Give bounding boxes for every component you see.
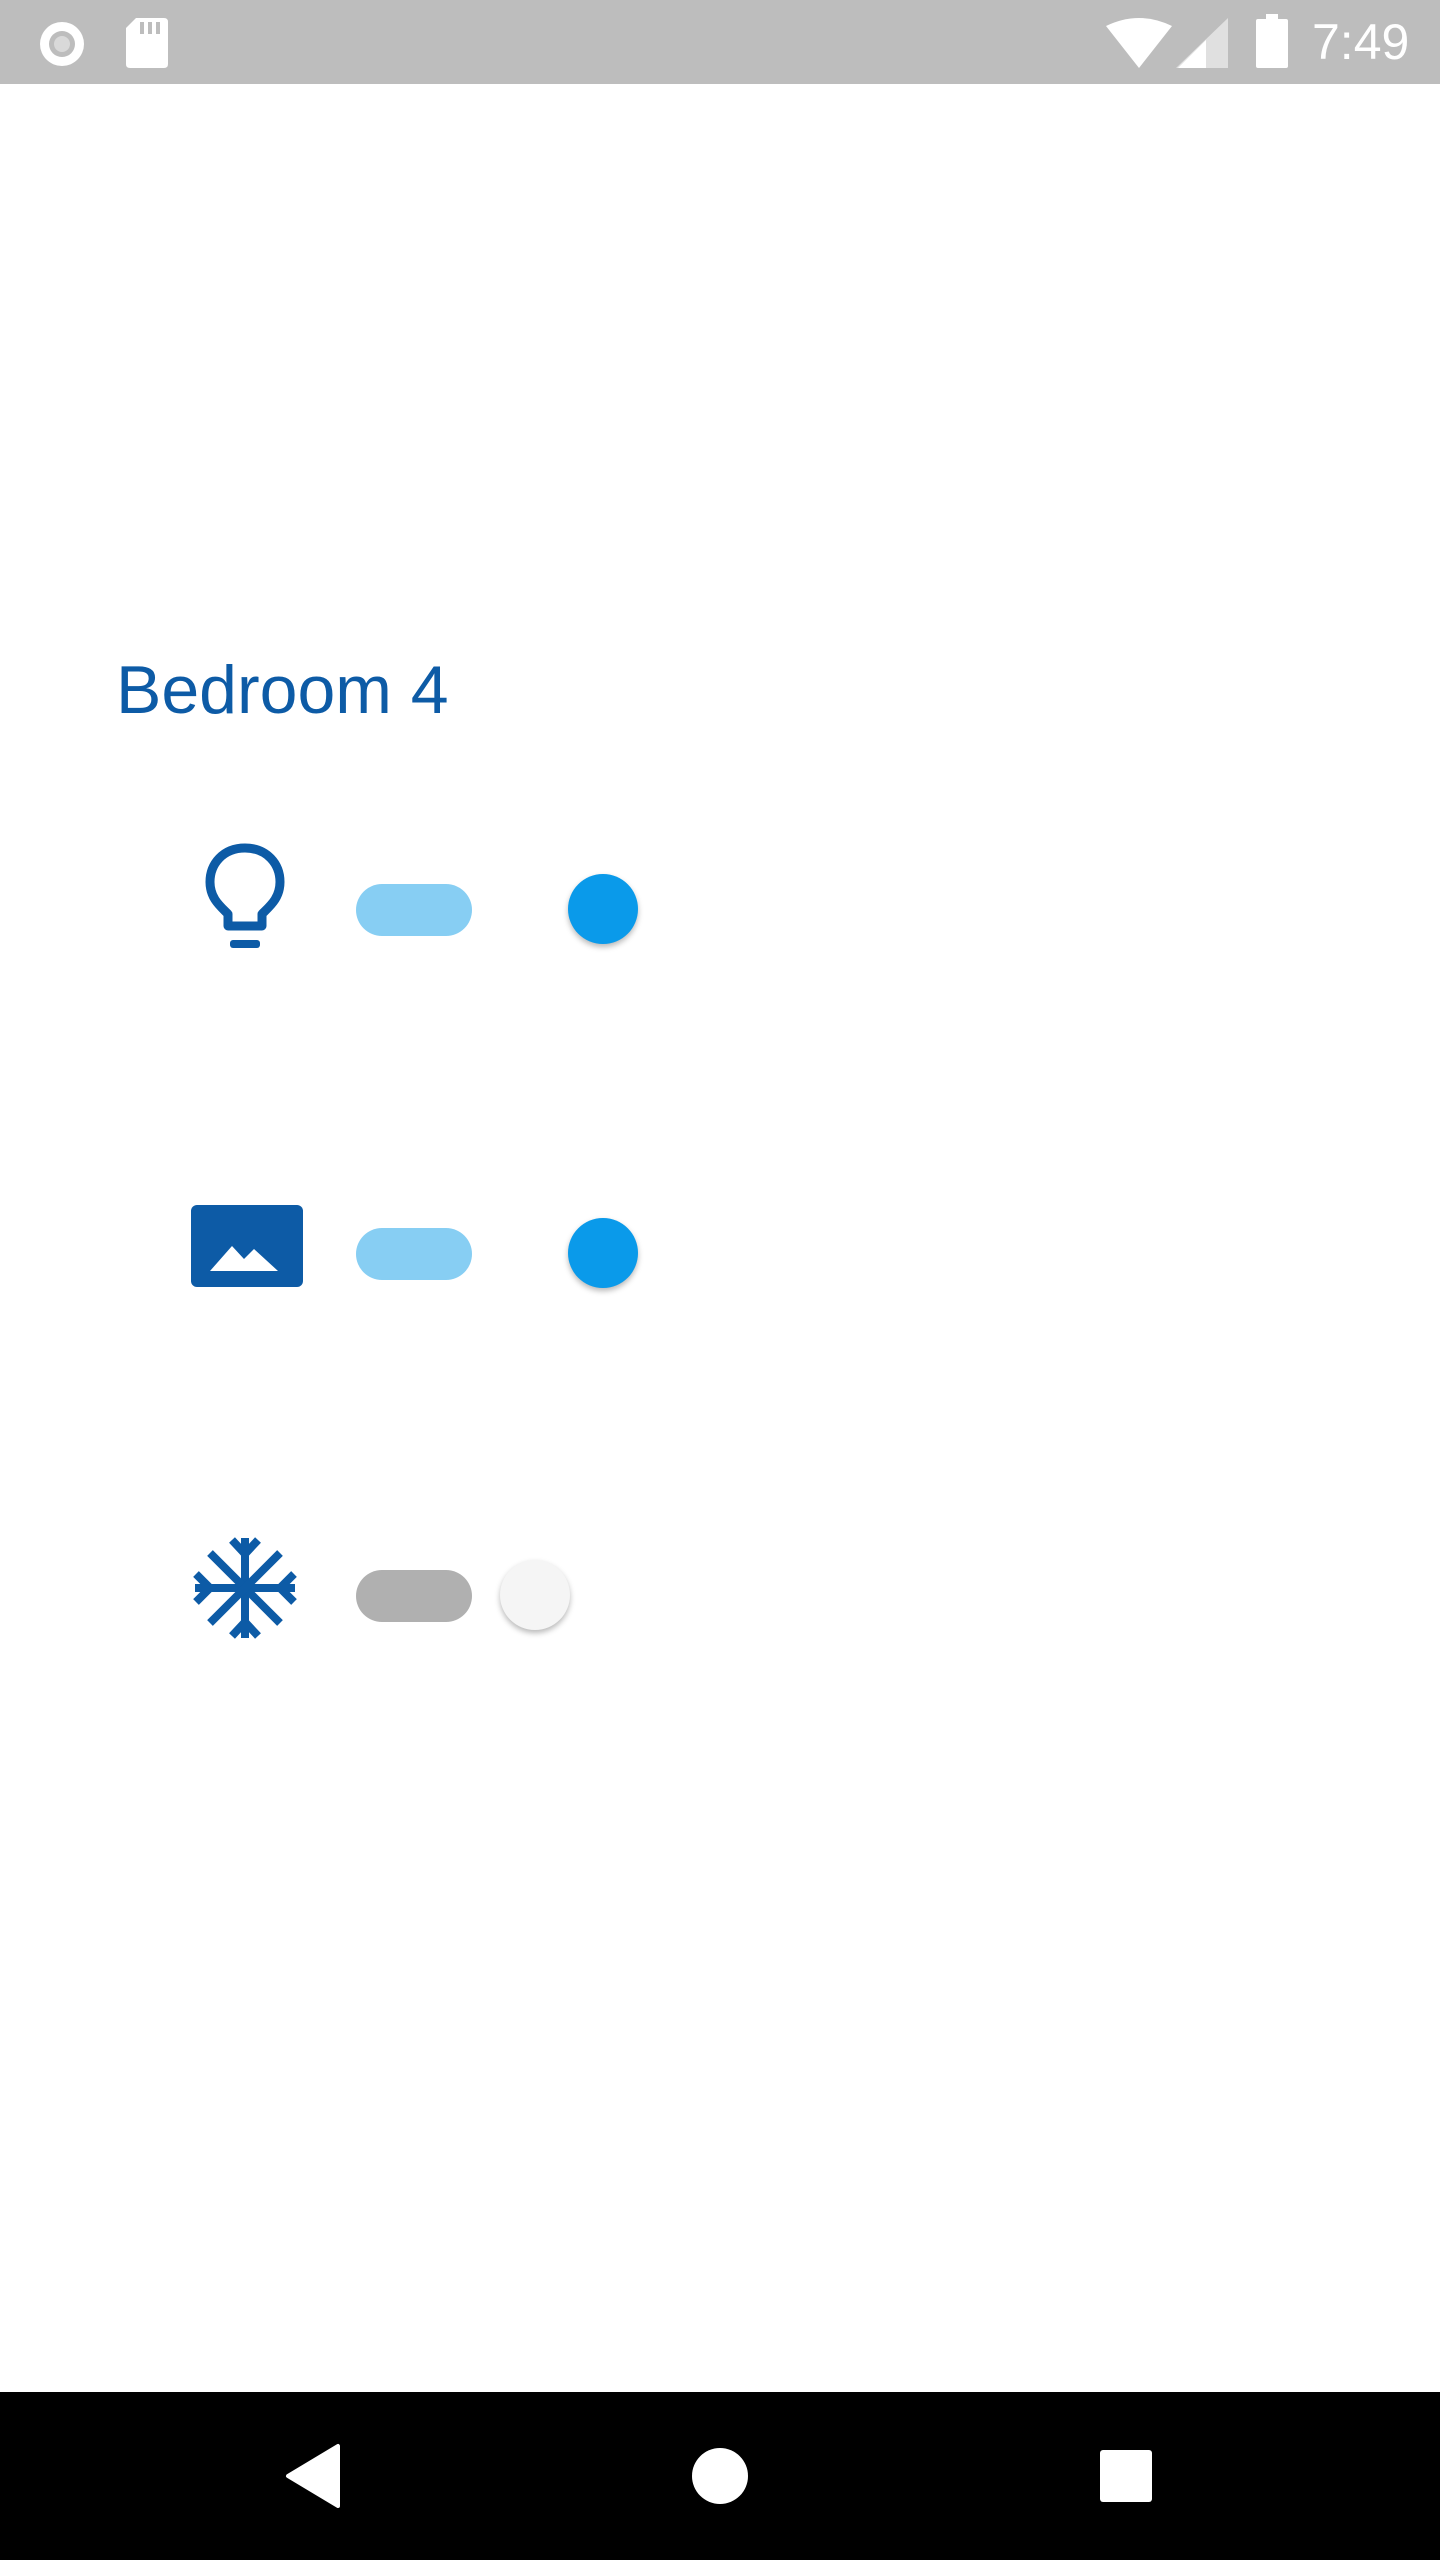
snowflake-icon: [193, 1537, 297, 1639]
switch-track: [356, 1570, 472, 1622]
screen-toggle-switch[interactable]: [340, 1204, 638, 1288]
status-bar: 7:49: [0, 0, 1440, 84]
light-toggle-switch[interactable]: [340, 860, 638, 944]
device-row-screen: [180, 1186, 638, 1306]
device-row-light: [180, 842, 638, 962]
switch-thumb: [568, 1218, 638, 1288]
sd-card-icon: [126, 18, 168, 68]
wifi-icon: [1106, 18, 1172, 68]
ac-toggle-switch[interactable]: [340, 1546, 570, 1630]
device-row-ac: [180, 1528, 570, 1648]
switch-thumb: [568, 874, 638, 944]
switch-track: [356, 884, 472, 936]
signal-icon: [1176, 18, 1228, 68]
switch-thumb: [500, 1560, 570, 1630]
lightbulb-icon: [205, 843, 285, 948]
record-icon: [40, 22, 84, 66]
navigation-bar: [0, 2392, 1440, 2560]
switch-track: [356, 1228, 472, 1280]
battery-icon: [1256, 14, 1288, 68]
picture-frame-icon: [191, 1205, 303, 1287]
recents-icon[interactable]: [1086, 2436, 1166, 2516]
back-icon[interactable]: [276, 2436, 356, 2516]
room-title: Bedroom 4: [116, 652, 449, 728]
status-time: 7:49: [1312, 14, 1410, 70]
home-icon[interactable]: [680, 2436, 760, 2516]
